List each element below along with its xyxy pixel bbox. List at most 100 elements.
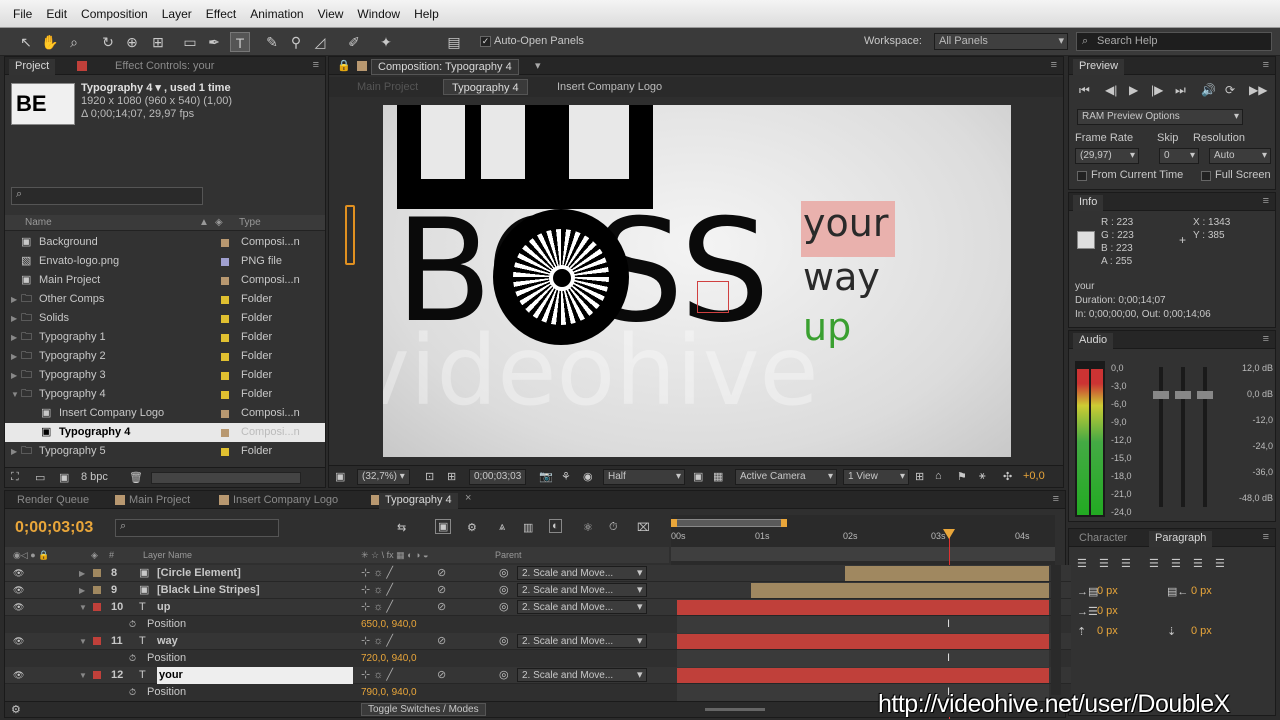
skip-select[interactable]: 0 ▾ [1159, 148, 1199, 164]
layer-duration-bar[interactable] [845, 566, 1049, 581]
tab-audio[interactable]: Audio [1073, 333, 1114, 349]
close-icon[interactable]: × [465, 492, 471, 504]
timeline-search-input[interactable]: ⌕ [115, 519, 279, 537]
project-item[interactable]: ▣ Background Composi...n [5, 233, 325, 252]
rotate-tool-icon[interactable]: ↻ [98, 32, 118, 52]
last-frame-icon[interactable]: ⏭ [1175, 83, 1186, 98]
tab-composition[interactable]: Composition: Typography 4 [371, 59, 519, 75]
project-search-input[interactable]: ⌕ [11, 187, 203, 205]
comp-mini-flowchart-icon[interactable]: ⇆ [397, 521, 406, 534]
word-way[interactable]: way [803, 255, 880, 299]
align-right-icon[interactable]: ☰ [1121, 557, 1131, 570]
chevron-down-icon[interactable]: ▾ [637, 633, 643, 650]
crumb-insert-company-logo[interactable]: Insert Company Logo [557, 77, 662, 97]
effects-icon[interactable]: ⊘ [437, 565, 446, 582]
expand-layers-icon[interactable]: ⚙ [11, 703, 21, 716]
exposure-icon[interactable]: ✣ [1003, 470, 1012, 483]
layer-name[interactable]: your [157, 667, 353, 684]
trash-icon[interactable]: 🗑 [129, 471, 143, 484]
new-folder-icon[interactable]: ▭ [35, 471, 45, 484]
align-center-icon[interactable]: ☰ [1099, 557, 1109, 570]
chevron-right-icon[interactable]: ▶ [11, 328, 17, 347]
pickwhip-icon[interactable]: ◎ [499, 582, 509, 599]
position-value[interactable]: 650,0, 940,0 [361, 616, 417, 633]
label-swatch[interactable] [221, 391, 229, 399]
effects-icon[interactable]: ⊘ [437, 633, 446, 650]
effects-icon[interactable]: ⊘ [437, 667, 446, 684]
chevron-down-icon[interactable]: ▼ [11, 385, 19, 404]
justify-all-icon[interactable]: ☰ [1215, 557, 1225, 570]
menu-window[interactable]: Window [350, 7, 407, 21]
work-area-bar[interactable] [673, 519, 783, 527]
exposure-value[interactable]: +0,0 [1023, 470, 1045, 482]
crumb-main-project[interactable]: Main Project [357, 77, 418, 97]
tab-typography-4[interactable]: Typography 4 [379, 493, 458, 509]
visibility-icon[interactable]: 👁 [13, 633, 24, 650]
label-swatch[interactable] [93, 671, 101, 679]
mute-audio-icon[interactable]: 🔊 [1201, 83, 1216, 97]
tab-main-project[interactable]: Main Project [123, 493, 196, 509]
label-swatch[interactable] [93, 569, 101, 577]
brainstorm-icon[interactable]: ⚛ [583, 521, 593, 534]
layer-duration-bar[interactable] [677, 668, 1049, 683]
3d-view-icon[interactable]: ⚹ [979, 470, 986, 483]
play-icon[interactable]: ▶ [1129, 83, 1138, 97]
snapshot-icon[interactable]: 📷 [539, 470, 553, 483]
ram-preview-options-select[interactable]: RAM Preview Options ▾ [1077, 109, 1243, 125]
label-swatch[interactable] [221, 315, 229, 323]
stopwatch-icon[interactable]: ⏱ [129, 616, 136, 633]
word-your[interactable]: your [803, 201, 888, 245]
toggle-pixel-icon[interactable]: ⊞ [915, 470, 924, 483]
label-swatch[interactable] [221, 410, 229, 418]
property-track[interactable] [677, 616, 1049, 633]
camera-tool-icon[interactable]: ⊕ [122, 32, 142, 52]
layer-name[interactable]: [Black Line Stripes] [157, 582, 260, 599]
zoom-select[interactable]: (32,7%) ▾ [357, 469, 410, 485]
position-value[interactable]: 790,0, 940,0 [361, 684, 417, 701]
col-name[interactable]: Name [25, 215, 52, 230]
visibility-icon[interactable]: 👁 [13, 565, 24, 582]
workspace-select[interactable]: All Panels ▾ [934, 33, 1068, 50]
audio-slider-mid[interactable] [1181, 367, 1185, 507]
justify-right-icon[interactable]: ☰ [1193, 557, 1203, 570]
stopwatch-icon[interactable]: ⏱ [129, 650, 136, 667]
flowchart-icon[interactable]: ⚑ [957, 470, 967, 483]
layer-switches[interactable]: ⊹ ☼ ╱ [361, 565, 393, 582]
tab-info[interactable]: Info [1073, 195, 1104, 211]
chevron-down-icon[interactable]: ▼ [79, 599, 87, 616]
space-before-value[interactable]: 0 px [1097, 625, 1118, 637]
reset-exposure-icon[interactable]: ⌂ [935, 470, 942, 482]
work-area-start[interactable] [671, 519, 677, 527]
chevron-right-icon[interactable]: ▶ [11, 366, 17, 385]
layer-duration-bar[interactable] [751, 583, 1049, 598]
frame-blending-icon[interactable]: ▥ [523, 521, 533, 534]
chevron-down-icon[interactable]: ▾ [637, 599, 643, 616]
horizontal-scrollbar[interactable] [151, 472, 301, 484]
layer-name[interactable]: way [157, 633, 178, 650]
label-swatch[interactable] [221, 372, 229, 380]
puppet-tool-icon[interactable]: ✦ [376, 32, 396, 52]
timeline-timecode[interactable]: 0;00;03;03 [15, 519, 93, 537]
visibility-icon[interactable]: 👁 [13, 582, 24, 599]
parent-select[interactable]: 2. Scale and Move... [517, 566, 647, 580]
preview-resolution-select[interactable]: Auto ▾ [1209, 148, 1271, 164]
panel-menu-icon[interactable]: ≡ [1053, 493, 1059, 505]
tab-paragraph[interactable]: Paragraph [1149, 531, 1213, 547]
fast-preview-icon[interactable]: ▣ [693, 470, 703, 483]
panel-menu-icon[interactable]: ≡ [1051, 59, 1057, 71]
project-item[interactable]: ▶ 🗀 Typography 3 Folder [5, 366, 325, 385]
scroll-marker[interactable] [345, 205, 355, 265]
label-swatch[interactable] [221, 296, 229, 304]
label-swatch[interactable] [221, 448, 229, 456]
pen-tool-icon[interactable]: ✒ [204, 32, 224, 52]
chevron-right-icon[interactable]: ▶ [79, 582, 85, 599]
project-item[interactable]: ▶ 🗀 Typography 1 Folder [5, 328, 325, 347]
timeline-layer-row[interactable]: 👁 ▼ 12 Tyour ⊹ ☼ ╱ ⊘ ◎ 2. Scale and Move... ▾ [5, 667, 1071, 684]
safe-margins-icon[interactable]: ⊡ [425, 470, 434, 483]
chevron-down-icon[interactable]: ▼ [79, 633, 87, 650]
label-swatch[interactable] [221, 429, 229, 437]
roto-brush-tool-icon[interactable]: ✐ [344, 32, 364, 52]
full-screen-checkbox[interactable] [1201, 171, 1211, 181]
first-frame-icon[interactable]: ⏮ [1079, 83, 1090, 98]
region-icon[interactable]: ⊞ [447, 470, 456, 483]
